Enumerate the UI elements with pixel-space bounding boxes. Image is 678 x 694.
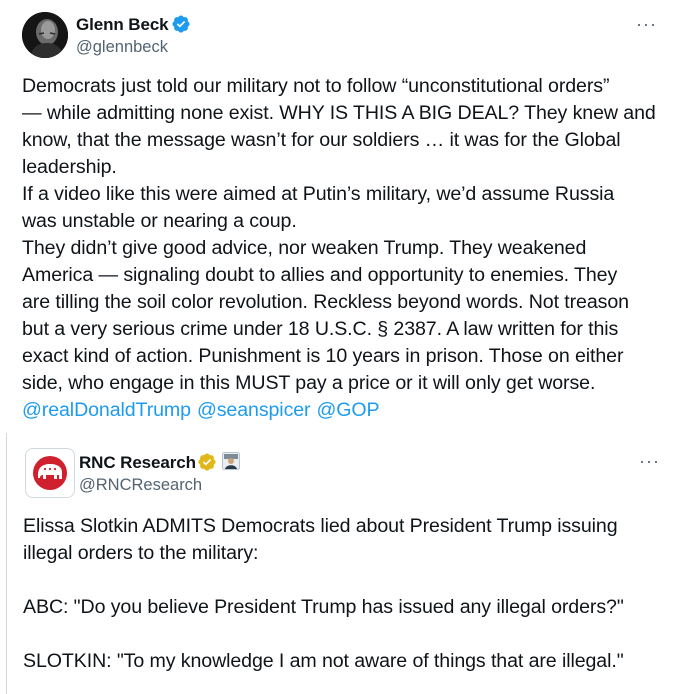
tweet-line: are tilling the soil color revolution. R… (22, 291, 629, 313)
quoted-tweet-text: Elissa Slotkin ADMITS Democrats lied abo… (23, 513, 663, 675)
mention-link-realdonaldtrump[interactable]: @realDonaldTrump (22, 399, 191, 421)
tweet-line: exact kind of action. Punishment is 10 y… (22, 345, 624, 367)
mention-link-gop[interactable]: @GOP (316, 399, 379, 421)
author-name[interactable]: Glenn Beck (76, 15, 169, 35)
tweet-line: Democrats just told our military not to … (22, 75, 610, 97)
tweet-line: Elissa Slotkin ADMITS Democrats lied abo… (23, 515, 618, 537)
tweet-line: — while admitting none exist. WHY IS THI… (22, 102, 656, 124)
main-tweet[interactable]: Glenn Beck @glennbeck ··· Democrats just… (0, 0, 678, 431)
avatar-photo-icon (22, 12, 68, 58)
tweet-text: Democrats just told our military not to … (22, 73, 658, 424)
more-options-icon[interactable]: ··· (636, 14, 657, 35)
affiliate-avatar-icon[interactable] (222, 452, 240, 470)
quoted-author-handle[interactable]: @RNCResearch (79, 476, 202, 495)
mentions-line: @realDonaldTrump @seanspicer @GOP (22, 397, 658, 424)
tweet-line: illegal orders to the military: (23, 542, 259, 564)
tweet-line: If a video like this were aimed at Putin… (22, 183, 615, 205)
tweet-line: was unstable or nearing a coup. (22, 210, 297, 232)
tweet-line: America — signaling doubt to allies and … (22, 264, 618, 286)
tweet-line: but a very serious crime under 18 U.S.C.… (22, 318, 619, 340)
verified-badge-icon (171, 14, 191, 34)
page: Glenn Beck @glennbeck ··· Democrats just… (0, 0, 678, 694)
quoted-author-name[interactable]: RNC Research (79, 453, 196, 473)
more-options-icon[interactable]: ··· (639, 451, 660, 472)
tweet-line: SLOTKIN: "To my knowledge I am not aware… (23, 650, 624, 672)
rnc-avatar[interactable] (25, 448, 75, 498)
tweet-line: know, that the message wasn’t for our so… (22, 129, 621, 151)
avatar[interactable] (22, 12, 68, 58)
mention-link-seanspicer[interactable]: @seanspicer (197, 399, 311, 421)
tweet-line: They didn’t give good advice, nor weaken… (22, 237, 587, 259)
tweet-line: side, who engage in this MUST pay a pric… (22, 372, 596, 394)
gop-elephant-logo-icon (33, 456, 67, 490)
tweet-line: ABC: "Do you believe President Trump has… (23, 596, 624, 618)
quoted-tweet[interactable]: RNC Research @RNCResearch ··· Elissa Slo… (6, 433, 678, 694)
tweet-line: leadership. (22, 156, 117, 178)
author-handle[interactable]: @glennbeck (76, 38, 168, 57)
verified-badge-gold-icon (197, 452, 217, 472)
